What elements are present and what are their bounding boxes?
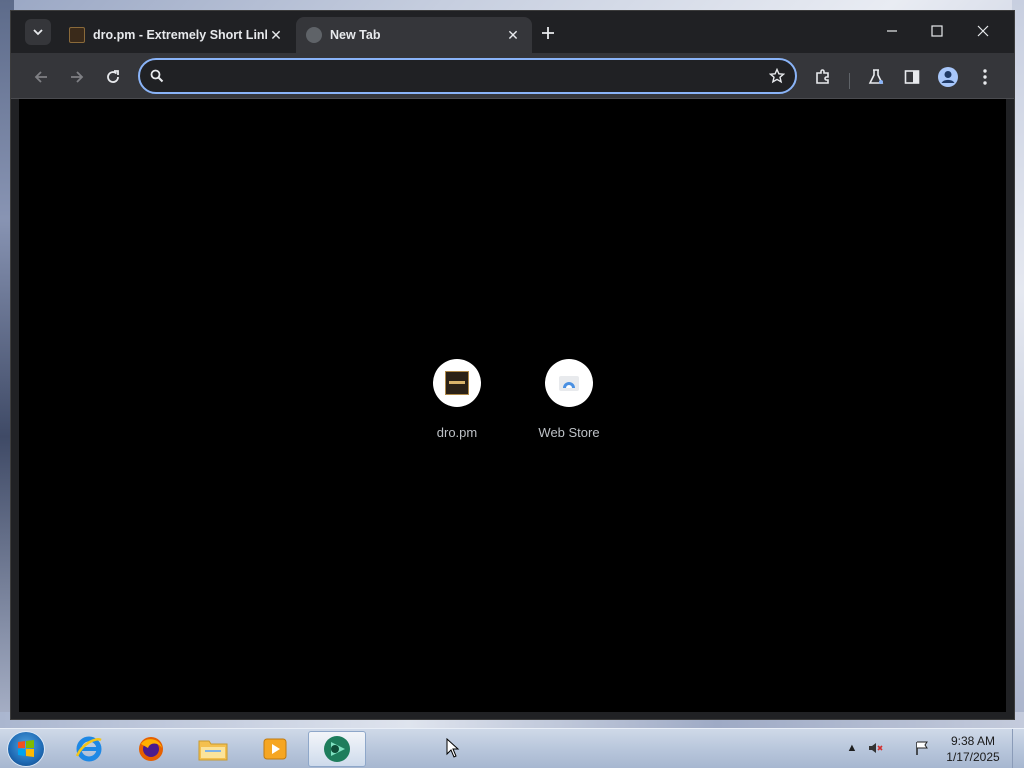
- tab-new-tab[interactable]: New Tab ✕: [296, 17, 532, 53]
- clock-date: 1/17/2025: [946, 750, 1000, 764]
- shortcut-label: Web Store: [538, 425, 600, 440]
- three-dots-vertical-icon: [983, 69, 987, 85]
- arrow-right-icon: [71, 71, 84, 83]
- tab-title: dro.pm - Extremely Short Links: [93, 28, 267, 42]
- profile-avatar-icon: [938, 67, 958, 87]
- tab-close-icon[interactable]: ✕: [267, 26, 285, 44]
- chrome-icon: [324, 736, 350, 762]
- windows-taskbar: ▲ 9:38 AM 1/17/2025: [0, 728, 1024, 768]
- browser-toolbar: [11, 53, 1014, 99]
- taskbar-media-player[interactable]: [246, 731, 304, 767]
- maximize-icon: [931, 25, 943, 37]
- extensions-button[interactable]: [809, 63, 837, 91]
- search-icon: [140, 69, 174, 83]
- new-tab-button[interactable]: [536, 21, 560, 45]
- taskbar-chrome[interactable]: [308, 731, 366, 767]
- bookmark-star-icon[interactable]: [759, 68, 795, 84]
- profile-button[interactable]: [934, 63, 962, 91]
- taskbar-file-explorer[interactable]: [184, 731, 242, 767]
- side-panel-button[interactable]: [898, 63, 926, 91]
- clock-time: 9:38 AM: [950, 734, 996, 748]
- show-desktop-button[interactable]: [1012, 729, 1024, 768]
- start-button[interactable]: [7, 731, 45, 767]
- close-window-button[interactable]: [965, 17, 1001, 45]
- windows-logo-icon: [18, 740, 34, 757]
- system-clock[interactable]: 9:38 AM 1/17/2025: [938, 733, 1008, 765]
- dro-favicon-icon: [69, 27, 85, 43]
- side-panel-icon: [904, 70, 920, 84]
- arrow-left-icon: [34, 71, 47, 83]
- internet-explorer-icon: [75, 736, 102, 762]
- menu-button[interactable]: [971, 63, 999, 91]
- back-button[interactable]: [27, 63, 55, 91]
- tray-action-center-flag-icon[interactable]: [913, 739, 931, 757]
- flask-icon: [868, 69, 884, 84]
- maximize-button[interactable]: [919, 17, 955, 45]
- forward-button[interactable]: [63, 63, 91, 91]
- new-tab-page: dro.pm Web Store: [19, 99, 1006, 712]
- tab-search-button[interactable]: [25, 19, 51, 45]
- tray-volume-muted-icon[interactable]: [866, 739, 884, 757]
- address-input[interactable]: [174, 60, 759, 92]
- shortcut-label: dro.pm: [436, 425, 478, 440]
- mouse-pointer-icon: [446, 738, 460, 758]
- browser-window: dro.pm - Extremely Short Links ✕ New Tab…: [10, 10, 1015, 720]
- shortcut-web-store[interactable]: Web Store: [521, 359, 617, 440]
- puzzle-icon: [816, 69, 829, 84]
- globe-icon: [306, 27, 322, 43]
- toolbar-divider: [849, 73, 850, 89]
- minimize-icon: [887, 30, 897, 32]
- tab-title: New Tab: [330, 28, 381, 42]
- tab-dro-pm[interactable]: dro.pm - Extremely Short Links ✕: [59, 17, 295, 53]
- address-bar[interactable]: [138, 58, 797, 94]
- taskbar-firefox[interactable]: [122, 731, 180, 767]
- reload-button[interactable]: [99, 63, 127, 91]
- firefox-icon: [139, 737, 163, 761]
- chevron-down-icon: [33, 29, 43, 36]
- shortcut-tile[interactable]: [545, 359, 593, 407]
- taskbar-internet-explorer[interactable]: [60, 731, 118, 767]
- media-player-icon: [263, 738, 287, 760]
- reload-icon: [107, 70, 119, 83]
- file-explorer-icon: [198, 740, 228, 761]
- plus-icon: [542, 27, 554, 39]
- tab-strip: dro.pm - Extremely Short Links ✕ New Tab…: [11, 11, 1014, 53]
- shortcut-dro-pm[interactable]: dro.pm: [409, 359, 505, 440]
- labs-button[interactable]: [862, 63, 890, 91]
- web-store-icon: [559, 376, 579, 391]
- shortcut-tile[interactable]: [433, 359, 481, 407]
- close-icon: [977, 25, 989, 37]
- dro-favicon-icon: [445, 371, 469, 395]
- tab-close-icon[interactable]: ✕: [504, 26, 522, 44]
- minimize-button[interactable]: [874, 17, 910, 45]
- tray-overflow-chevron-icon[interactable]: ▲: [843, 739, 861, 757]
